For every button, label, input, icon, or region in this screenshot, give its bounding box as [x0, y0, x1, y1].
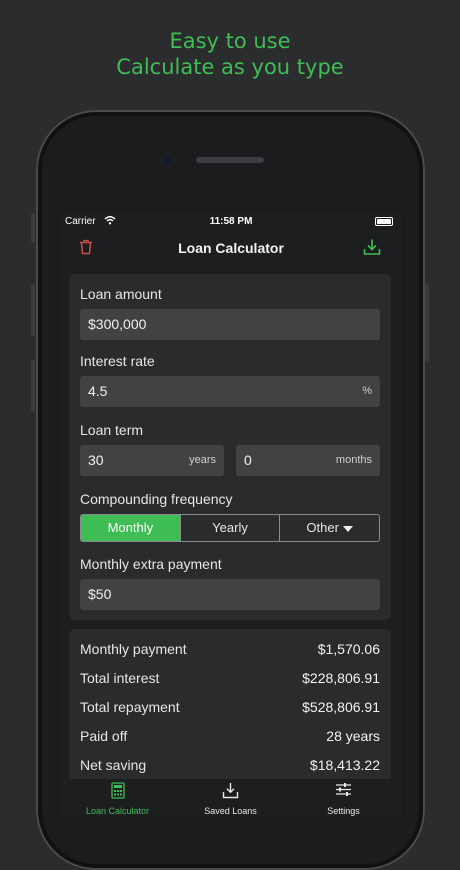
result-row: Total repayment $528,806.91 [80, 699, 380, 719]
loan-term-months-input[interactable]: 0 months [236, 445, 380, 476]
loan-term-years-value: 30 [88, 452, 104, 468]
tab-label: Loan Calculator [85, 806, 150, 816]
months-suffix: months [335, 454, 372, 466]
compounding-label: Compounding frequency [80, 491, 233, 507]
calculator-icon [61, 782, 174, 804]
loan-term-months-value: 0 [244, 452, 252, 468]
compounding-option-other-label: Other [306, 520, 339, 535]
loan-term-years-input[interactable]: 30 years [80, 445, 224, 476]
years-suffix: years [189, 454, 216, 466]
tab-label: Saved Loans [204, 806, 257, 816]
result-label: Net saving [80, 757, 147, 773]
nav-bar: Loan Calculator [61, 232, 401, 266]
app-screen: Carrier 11:58 PM Loan Calculator Loan am… [61, 212, 401, 818]
result-row: Net saving $18,413.22 [80, 757, 380, 777]
result-value: 28 years [326, 728, 380, 744]
status-time: 11:58 PM [209, 216, 253, 227]
result-value: $1,570.06 [317, 641, 380, 657]
tab-bar: Loan Calculator Saved Loans Settings [61, 779, 401, 818]
front-camera [162, 155, 173, 166]
status-bar: Carrier 11:58 PM [61, 212, 401, 232]
result-label: Total repayment [80, 699, 180, 715]
percent-suffix: % [362, 385, 372, 397]
interest-rate-label: Interest rate [80, 353, 155, 369]
download-tray-icon [174, 782, 287, 804]
result-value: $528,806.91 [302, 699, 380, 715]
compounding-option-monthly[interactable]: Monthly [81, 515, 180, 541]
battery-icon [375, 217, 393, 226]
interest-rate-value: 4.5 [88, 383, 108, 399]
loan-term-label: Loan term [80, 422, 144, 438]
loan-amount-input[interactable]: $300,000 [80, 309, 380, 340]
promo-line-2: Calculate as you type [116, 55, 344, 79]
promo-headline: Easy to use Calculate as you type [0, 28, 460, 80]
compounding-option-other[interactable]: Other [279, 515, 379, 541]
result-row: Total interest $228,806.91 [80, 670, 380, 690]
power-button [425, 284, 429, 362]
loan-amount-label: Loan amount [80, 286, 162, 302]
page-title: Loan Calculator [178, 240, 284, 256]
result-value: $18,413.22 [309, 757, 380, 773]
promo-line-1: Easy to use [169, 29, 291, 53]
compounding-segmented-control: Monthly Yearly Other [80, 514, 380, 542]
earpiece-speaker [196, 157, 264, 163]
loan-amount-value: $300,000 [88, 316, 147, 332]
result-label: Monthly payment [80, 641, 187, 657]
tab-label: Settings [327, 806, 360, 816]
volume-down-button [31, 360, 35, 412]
sliders-icon [287, 782, 400, 802]
result-label: Total interest [80, 670, 160, 686]
interest-rate-input[interactable]: 4.5 % [80, 376, 380, 407]
download-icon[interactable] [363, 238, 381, 261]
compounding-option-yearly[interactable]: Yearly [179, 515, 280, 541]
result-row: Paid off 28 years [80, 728, 380, 748]
extra-payment-value: $50 [88, 586, 112, 602]
result-value: $228,806.91 [302, 670, 380, 686]
results-card: Monthly payment $1,570.06 Total interest… [69, 629, 391, 787]
caret-down-icon [342, 525, 353, 532]
extra-payment-input[interactable]: $50 [80, 579, 380, 610]
result-row: Monthly payment $1,570.06 [80, 641, 380, 661]
result-label: Paid off [80, 728, 128, 744]
loan-input-card: Loan amount $300,000 Interest rate 4.5 %… [69, 274, 391, 620]
extra-payment-label: Monthly extra payment [80, 556, 222, 572]
mute-switch [31, 213, 35, 243]
volume-up-button [31, 284, 35, 336]
